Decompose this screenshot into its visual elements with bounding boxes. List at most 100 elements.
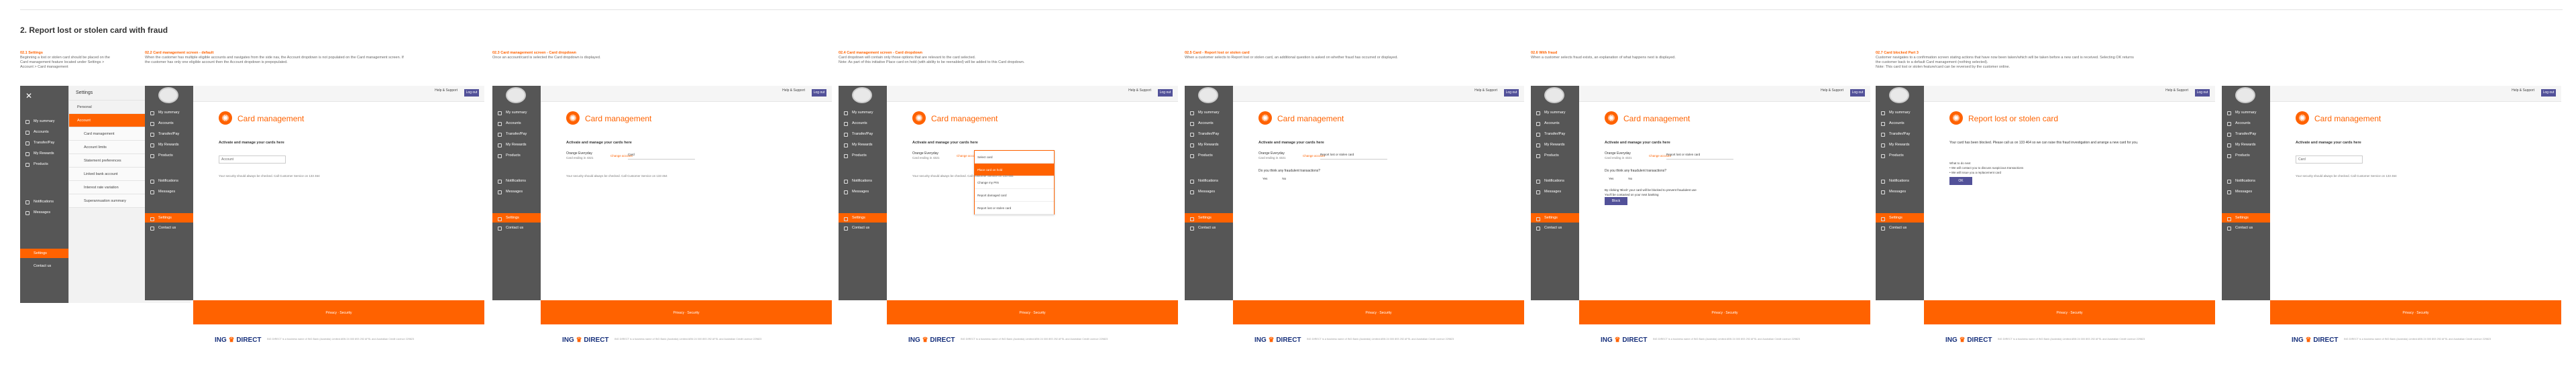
sidebar-item-transfer[interactable]: Transfer/Pay [839, 129, 887, 139]
ok-button[interactable]: OK [1949, 177, 1972, 185]
help-icon[interactable]: Help & Support [2165, 89, 2188, 92]
sidebar-item-summary[interactable]: My summary [839, 107, 887, 118]
sidebar-item-messages[interactable]: Messages [1876, 186, 1924, 197]
sidebar-item-accounts[interactable]: Accounts [492, 118, 541, 129]
dropdown-option[interactable]: Report damaged card [975, 189, 1054, 202]
dropdown-option[interactable]: Change my PIN [975, 176, 1054, 189]
sidebar-item-rewards[interactable]: My Rewards [1876, 139, 1924, 150]
sidebar-item-rewards[interactable]: My Rewards [145, 139, 193, 150]
dropdown-option[interactable]: Select card [975, 151, 1054, 164]
sidebar-item-notifications[interactable]: Notifications [20, 196, 68, 207]
sidebar-item-products[interactable]: Products [2222, 150, 2270, 161]
sidebar-item-summary[interactable]: My summary [492, 107, 541, 118]
sidebar-item-messages[interactable]: Messages [2222, 186, 2270, 197]
sidebar-item-contact[interactable]: Contact us [20, 261, 68, 271]
sidebar-item-transfer[interactable]: Transfer/Pay [2222, 129, 2270, 139]
account-select[interactable]: Account [219, 155, 286, 164]
help-icon[interactable]: Help & Support [2512, 89, 2534, 92]
sidebar-item-rewards[interactable]: My Rewards [492, 139, 541, 150]
sidebar-item-rewards[interactable]: My Rewards [839, 139, 887, 150]
sidebar-item-contact[interactable]: Contact us [2222, 223, 2270, 233]
help-icon[interactable]: Help & Support [435, 89, 458, 92]
sidebar-item-accounts[interactable]: Accounts [1876, 118, 1924, 129]
card-select[interactable]: Card [628, 151, 695, 160]
sidebar-item-transfer[interactable]: Transfer/Pay [1185, 129, 1233, 139]
sidebar-item-messages[interactable]: Messages [492, 186, 541, 197]
sidebar-item-contact[interactable]: Contact us [839, 223, 887, 233]
account-select[interactable]: Card [2296, 155, 2363, 164]
sidebar-item-rewards[interactable]: My Rewards [1531, 139, 1579, 150]
footer-links[interactable]: Privacy · Security [887, 311, 1178, 315]
sidebar-item-accounts[interactable]: Accounts [145, 118, 193, 129]
sidebar-item-accounts[interactable]: Accounts [20, 127, 68, 137]
sidebar-item-notifications[interactable]: Notifications [1876, 176, 1924, 186]
sidebar-item-contact[interactable]: Contact us [492, 223, 541, 233]
sidebar-item-contact[interactable]: Contact us [1185, 223, 1233, 233]
help-icon[interactable]: Help & Support [1128, 89, 1151, 92]
sidebar-item-notifications[interactable]: Notifications [1531, 176, 1579, 186]
sidebar-item-summary[interactable]: My summary [20, 116, 68, 127]
footer-links[interactable]: Privacy · Security [1233, 311, 1524, 315]
sidebar-item-transfer[interactable]: Transfer/Pay [492, 129, 541, 139]
sidebar-item-notifications[interactable]: Notifications [145, 176, 193, 186]
sidebar-item-products[interactable]: Products [20, 159, 68, 170]
sidebar-item-products[interactable]: Products [1531, 150, 1579, 161]
sidebar-item-transfer[interactable]: Transfer/Pay [145, 129, 193, 139]
sidebar-item-summary[interactable]: My summary [2222, 107, 2270, 118]
footer-links[interactable]: Privacy · Security [1924, 311, 2215, 315]
close-icon[interactable]: ✕ [25, 91, 32, 101]
sidebar-item-settings[interactable]: Settings [839, 213, 890, 223]
sidebar-item-notifications[interactable]: Notifications [1185, 176, 1233, 186]
sidebar-item-settings[interactable]: Settings [492, 213, 544, 223]
footer-links[interactable]: Privacy · Security [193, 311, 484, 315]
sidebar-item-contact[interactable]: Contact us [145, 223, 193, 233]
radio-option[interactable]: No [1628, 177, 1632, 180]
sidebar-item-accounts[interactable]: Accounts [839, 118, 887, 129]
sidebar-item-settings[interactable]: Settings [1531, 213, 1582, 223]
sidebar-item-summary[interactable]: My summary [1185, 107, 1233, 118]
sidebar-item-contact[interactable]: Contact us [1876, 223, 1924, 233]
sidebar-item-summary[interactable]: My summary [1531, 107, 1579, 118]
card-select[interactable]: Report lost or stolen card [1320, 151, 1387, 160]
sidebar-item-transfer[interactable]: Transfer/Pay [20, 137, 68, 148]
logout-button[interactable]: Log out [812, 89, 826, 97]
sidebar-item-summary[interactable]: My summary [145, 107, 193, 118]
sidebar-item-rewards[interactable]: My Rewards [1185, 139, 1233, 150]
sidebar-item-messages[interactable]: Messages [20, 207, 68, 218]
sidebar-item-products[interactable]: Products [492, 150, 541, 161]
sidebar-item-messages[interactable]: Messages [1185, 186, 1233, 197]
footer-links[interactable]: Privacy · Security [1579, 311, 1870, 315]
radio-option[interactable]: No [1282, 177, 1286, 180]
help-icon[interactable]: Help & Support [782, 89, 805, 92]
sidebar-item-accounts[interactable]: Accounts [2222, 118, 2270, 129]
sidebar-item-contact[interactable]: Contact us [1531, 223, 1579, 233]
sidebar-item-notifications[interactable]: Notifications [2222, 176, 2270, 186]
help-icon[interactable]: Help & Support [1821, 89, 1843, 92]
logout-button[interactable]: Log out [1850, 89, 1865, 97]
logout-button[interactable]: Log out [464, 89, 479, 97]
radio-option[interactable]: Yes [1263, 177, 1267, 180]
sidebar-item-settings[interactable]: Settings [20, 249, 68, 258]
sidebar-item-settings[interactable]: Settings [1876, 213, 1927, 223]
radio-option[interactable]: Yes [1609, 177, 1613, 180]
sidebar-item-notifications[interactable]: Notifications [839, 176, 887, 186]
card-select[interactable]: Report lost or stolen card [1666, 151, 1733, 160]
help-icon[interactable]: Help & Support [1474, 89, 1497, 92]
sidebar-item-transfer[interactable]: Transfer/Pay [1876, 129, 1924, 139]
block-button[interactable]: Block [1605, 197, 1627, 205]
sidebar-item-notifications[interactable]: Notifications [492, 176, 541, 186]
sidebar-item-messages[interactable]: Messages [839, 186, 887, 197]
footer-links[interactable]: Privacy · Security [2270, 311, 2561, 315]
sidebar-item-products[interactable]: Products [1185, 150, 1233, 161]
sidebar-item-rewards[interactable]: My Rewards [2222, 139, 2270, 150]
sidebar-item-settings[interactable]: Settings [2222, 213, 2273, 223]
sidebar-item-products[interactable]: Products [1876, 150, 1924, 161]
sidebar-item-products[interactable]: Products [145, 150, 193, 161]
logout-button[interactable]: Log out [1158, 89, 1173, 97]
logout-button[interactable]: Log out [2541, 89, 2556, 97]
card-dropdown[interactable]: Select card Place card on hold Change my P… [974, 150, 1055, 214]
sidebar-item-messages[interactable]: Messages [1531, 186, 1579, 197]
sidebar-item-messages[interactable]: Messages [145, 186, 193, 197]
dropdown-option[interactable]: Report lost or stolen card [975, 202, 1054, 214]
sidebar-item-settings[interactable]: Settings [145, 213, 197, 223]
